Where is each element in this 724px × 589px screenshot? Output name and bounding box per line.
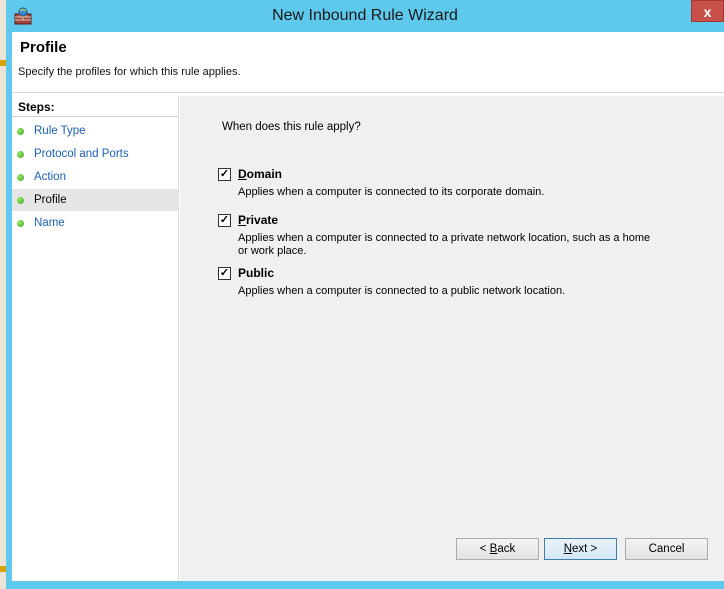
step-status-dot-icon <box>17 220 24 227</box>
step-action[interactable]: Action <box>12 166 178 188</box>
title-bar[interactable]: New Inbound Rule Wizard x <box>6 0 724 32</box>
step-status-dot-icon <box>17 197 24 204</box>
private-label[interactable]: Private <box>238 213 278 227</box>
page-header: Profile Specify the profiles for which t… <box>12 32 724 93</box>
question-label: When does this rule apply? <box>222 121 361 133</box>
public-label[interactable]: Public <box>238 266 274 280</box>
checkmark-icon: ✓ <box>219 214 230 226</box>
cancel-button[interactable]: Cancel <box>625 538 708 560</box>
next-button[interactable]: Next > <box>544 538 617 560</box>
step-status-dot-icon <box>17 128 24 135</box>
steps-panel: Steps: Rule Type Protocol and Ports Acti… <box>12 96 179 581</box>
step-name[interactable]: Name <box>12 212 178 234</box>
back-button[interactable]: < Back <box>456 538 539 560</box>
wizard-client-area: Profile Specify the profiles for which t… <box>12 32 724 581</box>
step-status-dot-icon <box>17 151 24 158</box>
checkmark-icon: ✓ <box>219 168 230 180</box>
steps-divider <box>12 116 178 117</box>
step-protocol-and-ports[interactable]: Protocol and Ports <box>12 143 178 165</box>
public-description: Applies when a computer is connected to … <box>238 285 566 297</box>
domain-label[interactable]: Domain <box>238 167 282 181</box>
main-panel: When does this rule apply? ✓ Domain Appl… <box>180 96 724 581</box>
close-button[interactable]: x <box>691 0 724 22</box>
private-description: Applies when a computer is connected to … <box>238 232 651 257</box>
window-title: New Inbound Rule Wizard <box>272 7 458 24</box>
private-checkbox[interactable]: ✓ <box>218 214 231 227</box>
public-checkbox[interactable]: ✓ <box>218 267 231 280</box>
step-label: Action <box>34 171 66 183</box>
checkmark-icon: ✓ <box>219 267 230 279</box>
steps-heading: Steps: <box>18 100 55 114</box>
step-profile[interactable]: Profile <box>12 189 178 211</box>
page-subtitle: Specify the profiles for which this rule… <box>18 66 241 78</box>
step-label: Name <box>34 217 65 229</box>
step-label: Rule Type <box>34 125 86 137</box>
step-label: Protocol and Ports <box>34 148 129 160</box>
step-rule-type[interactable]: Rule Type <box>12 120 178 142</box>
page-title: Profile <box>20 39 67 56</box>
domain-checkbox[interactable]: ✓ <box>218 168 231 181</box>
step-status-dot-icon <box>17 174 24 181</box>
wizard-window: New Inbound Rule Wizard x Profile Specif… <box>6 0 724 589</box>
step-label: Profile <box>34 194 67 206</box>
domain-description: Applies when a computer is connected to … <box>238 186 545 198</box>
